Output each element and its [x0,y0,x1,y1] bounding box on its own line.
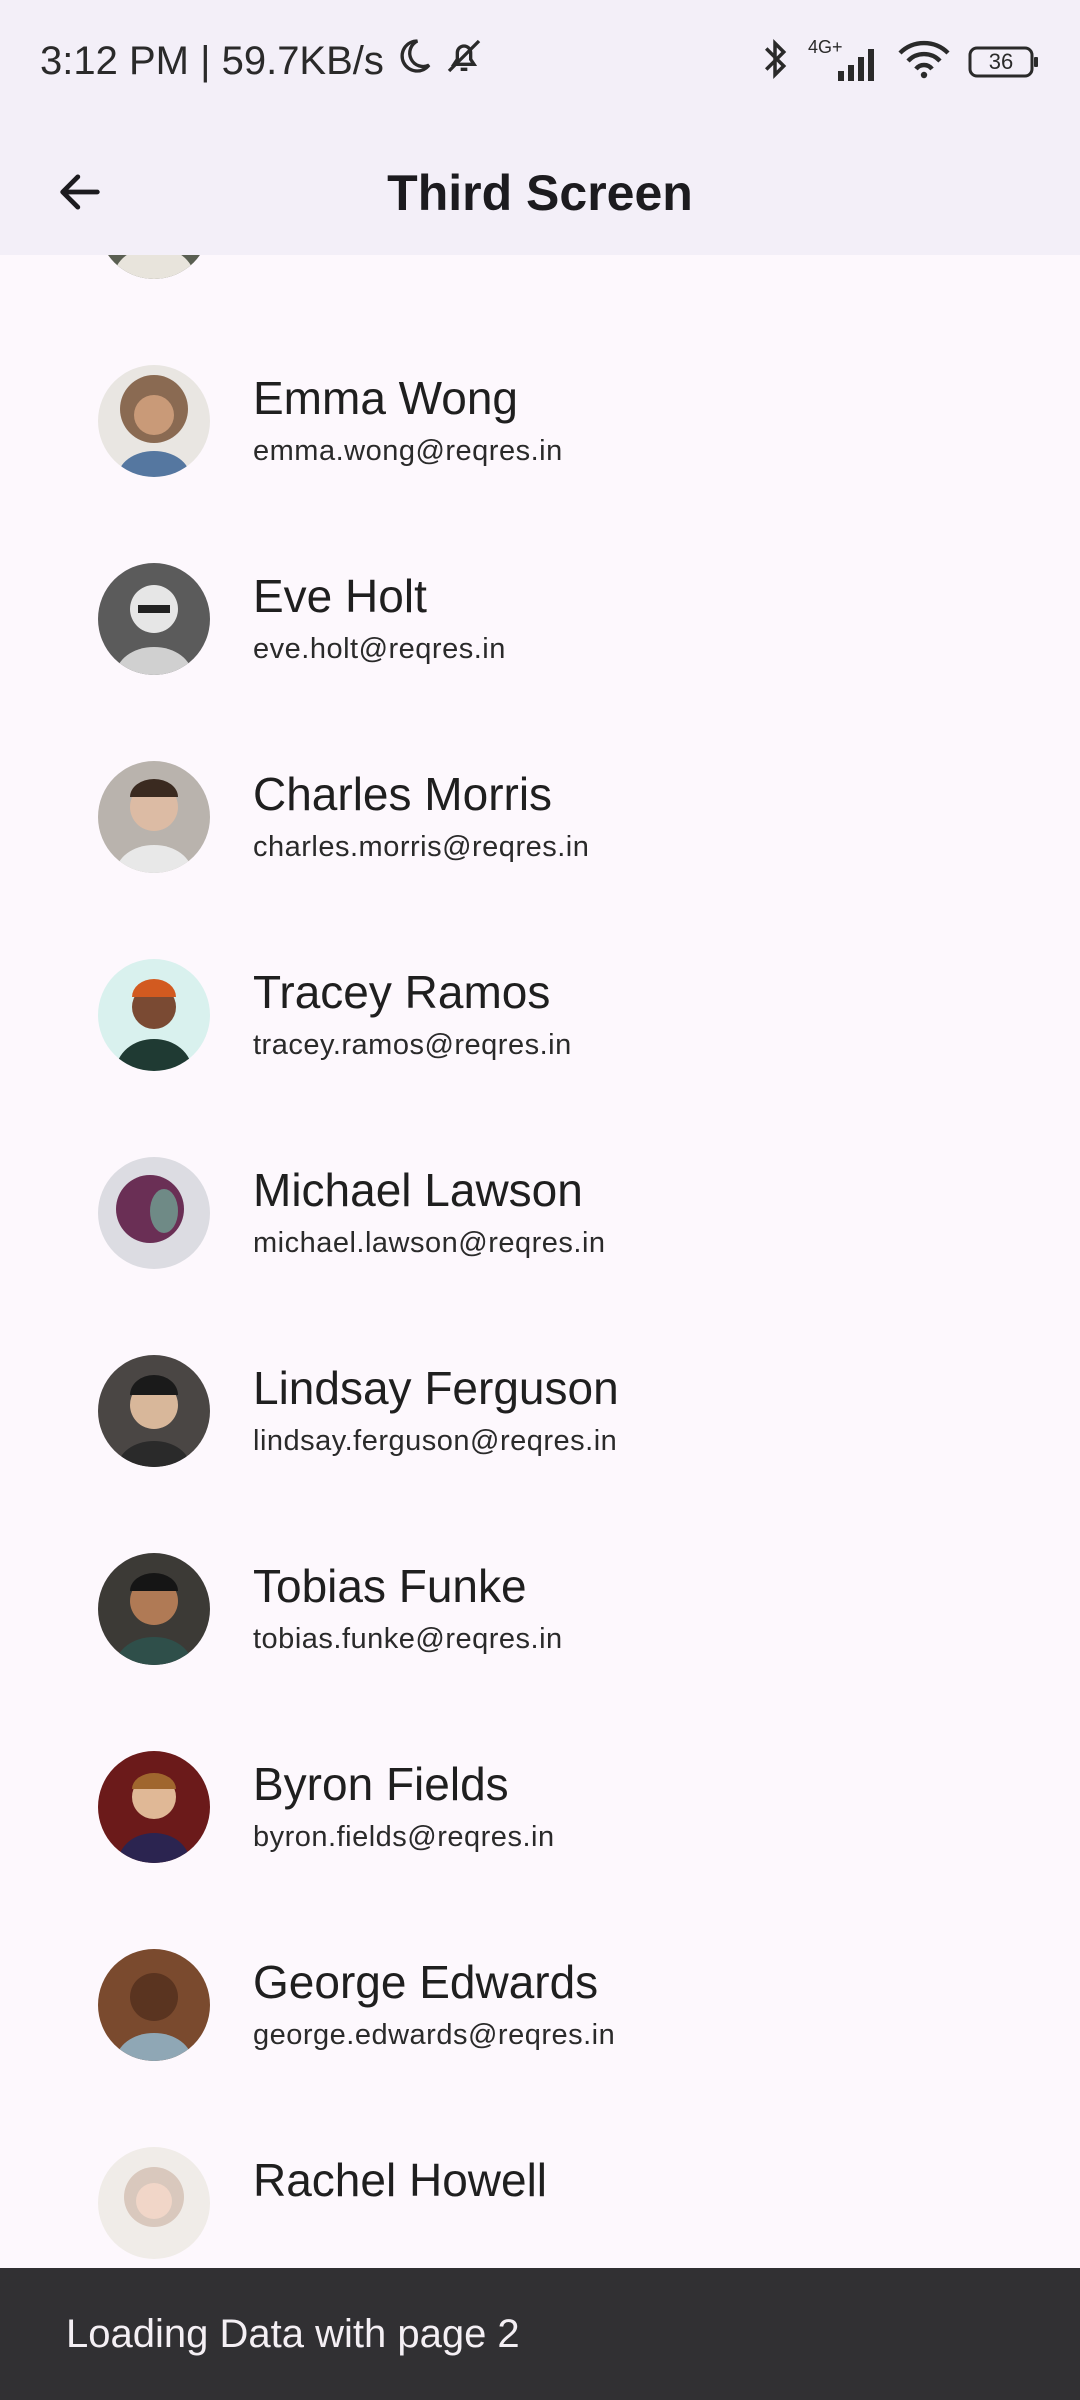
list-item[interactable]: Rachel Howell [0,2103,1080,2268]
status-time: 3:12 PM | 59.7KB/s [40,38,384,83]
wifi-icon [898,38,950,85]
battery-icon: 36 [968,44,1040,80]
user-name: Tracey Ramos [253,966,551,1018]
user-name: Lindsay Ferguson [253,1362,619,1414]
user-list-content: Emma Wong emma.wong@reqres.in Eve Holt e… [0,255,1080,2268]
signal-icon: 4G+ [808,37,880,83]
avatar [98,1553,210,1665]
avatar [98,255,210,279]
bluetooth-icon [760,38,790,85]
status-bar: 3:12 PM | 59.7KB/s 4G+ 36 [0,0,1080,130]
user-name: Rachel Howell [253,2154,548,2206]
user-email: emma.wong@reqres.in [253,435,563,467]
back-button[interactable] [40,152,120,232]
list-item[interactable] [0,255,1080,321]
page-title: Third Screen [387,165,693,221]
user-email: byron.fields@reqres.in [253,1821,555,1853]
user-email: charles.morris@reqres.in [253,831,590,863]
avatar [98,365,210,477]
arrow-back-icon [60,174,100,210]
avatar [98,1157,210,1269]
avatar [98,1355,210,1467]
user-name: Eve Holt [253,570,427,622]
app-bar: Third Screen [0,130,1080,255]
avatar [98,563,210,675]
avatar [98,959,210,1071]
list-item[interactable]: Michael Lawson michael.lawson@reqres.in [0,1113,1080,1311]
user-name: Michael Lawson [253,1164,583,1216]
list-item[interactable]: George Edwards george.edwards@reqres.in [0,1905,1080,2103]
avatar [98,2147,210,2259]
user-email: michael.lawson@reqres.in [253,1227,606,1259]
user-email: george.edwards@reqres.in [253,2019,616,2051]
user-name: Byron Fields [253,1758,509,1810]
list-item[interactable]: Byron Fields byron.fields@reqres.in [0,1707,1080,1905]
battery-level: 36 [988,48,1014,74]
status-left: 3:12 PM | 59.7KB/s [40,36,484,86]
user-name: Tobias Funke [253,1560,527,1612]
snackbar: Loading Data with page 2 [0,2268,1080,2400]
status-right: 4G+ 36 [760,37,1040,85]
list-item[interactable]: Eve Holt eve.holt@reqres.in [0,519,1080,717]
user-email: tobias.funke@reqres.in [253,1623,563,1655]
avatar [98,1751,210,1863]
snackbar-message: Loading Data with page 2 [66,2312,520,2356]
moon-icon [394,36,434,86]
list-item[interactable]: Lindsay Ferguson lindsay.ferguson@reqres… [0,1311,1080,1509]
user-name: Charles Morris [253,768,553,820]
avatar [98,761,210,873]
user-email: lindsay.ferguson@reqres.in [253,1425,618,1457]
bell-off-icon [444,36,484,86]
user-name: Emma Wong [253,372,519,424]
list-item[interactable]: Tobias Funke tobias.funke@reqres.in [0,1509,1080,1707]
list-item[interactable]: Emma Wong emma.wong@reqres.in [0,321,1080,519]
user-name: George Edwards [253,1956,599,2008]
avatar [98,1949,210,2061]
user-email: tracey.ramos@reqres.in [253,1029,572,1061]
list-item[interactable]: Charles Morris charles.morris@reqres.in [0,717,1080,915]
user-email: eve.holt@reqres.in [253,633,506,665]
user-list[interactable]: Emma Wong emma.wong@reqres.in Eve Holt e… [0,255,1080,2268]
list-item[interactable]: Tracey Ramos tracey.ramos@reqres.in [0,915,1080,1113]
